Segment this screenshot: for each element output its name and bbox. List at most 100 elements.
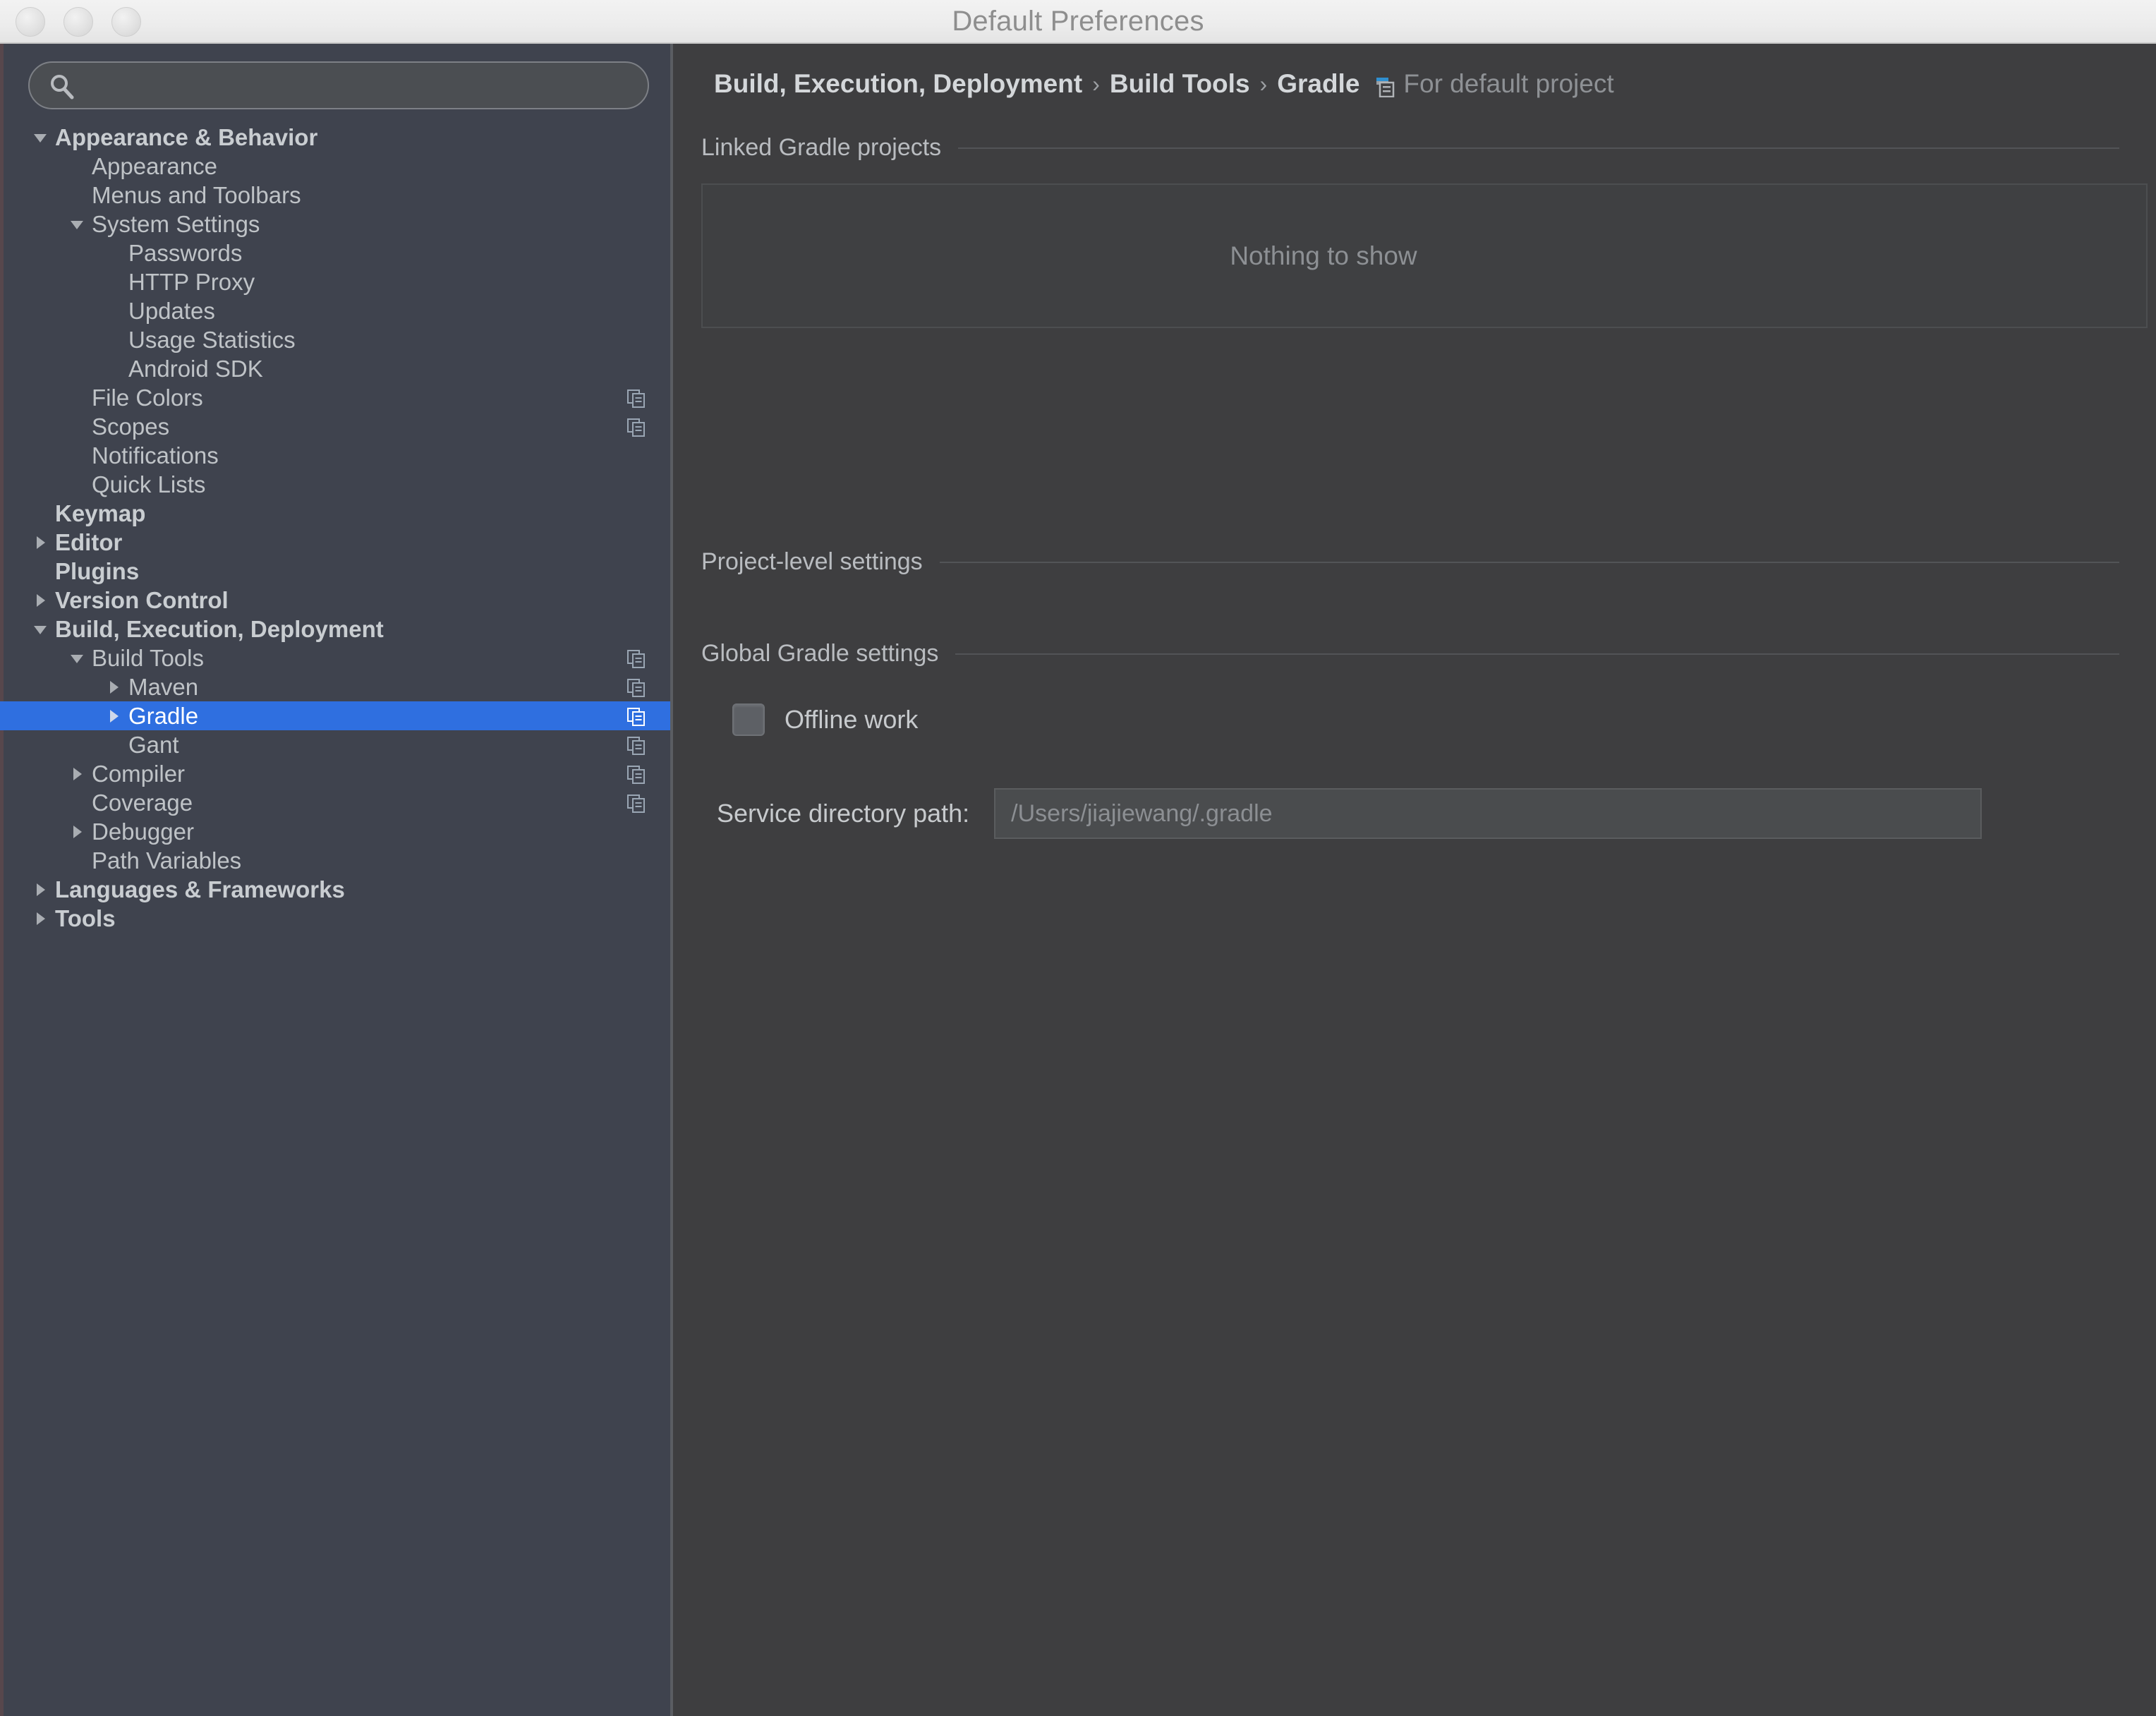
window-title: Default Preferences <box>952 6 1204 37</box>
service-directory-input[interactable]: /Users/jiajiewang/.gradle <box>994 788 1982 839</box>
sidebar-item-label: Maven <box>128 674 199 700</box>
sidebar-item-debugger[interactable]: Debugger <box>0 817 670 846</box>
sidebar-item-compiler[interactable]: Compiler <box>0 759 670 788</box>
offline-work-row[interactable]: Offline work <box>732 703 918 736</box>
sidebar-item-file-colors[interactable]: File Colors <box>0 383 670 412</box>
chevron-right-icon[interactable] <box>103 701 124 730</box>
sidebar-item-label: Plugins <box>55 558 140 584</box>
sidebar-item-updates[interactable]: Updates <box>0 296 670 325</box>
chevron-right-icon[interactable] <box>66 817 87 846</box>
sidebar-item-scopes[interactable]: Scopes <box>0 412 670 441</box>
sidebar-item-label: Gradle <box>128 703 199 729</box>
chevron-down-icon[interactable] <box>30 615 51 644</box>
sidebar-item-gradle[interactable]: Gradle <box>0 701 670 730</box>
search-field[interactable] <box>28 61 649 109</box>
sidebar-item-label: Usage Statistics <box>128 327 296 353</box>
sidebar-item-tools[interactable]: Tools <box>0 904 670 933</box>
sidebar-item-appearance-behavior[interactable]: Appearance & Behavior <box>0 123 670 152</box>
sidebar-item-label: File Colors <box>92 385 203 411</box>
sidebar-item-label: Appearance & Behavior <box>55 124 318 150</box>
section-global-gradle-settings: Global Gradle settings <box>701 640 2119 667</box>
section-rule <box>955 653 2119 655</box>
sidebar-item-notifications[interactable]: Notifications <box>0 441 670 470</box>
sidebar-item-keymap[interactable]: Keymap <box>0 499 670 528</box>
offline-work-checkbox[interactable] <box>732 703 765 736</box>
sidebar-item-label: Tools <box>55 905 116 931</box>
sidebar-item-label: Notifications <box>92 442 219 469</box>
sidebar-item-label: Debugger <box>92 818 194 845</box>
copy-icon[interactable] <box>627 679 646 697</box>
sidebar-item-label: Build, Execution, Deployment <box>55 616 384 642</box>
breadcrumb-item-0[interactable]: Build, Execution, Deployment <box>714 69 1082 99</box>
chevron-right-icon[interactable] <box>103 672 124 701</box>
breadcrumb-item-1[interactable]: Build Tools <box>1110 69 1250 99</box>
sidebar-item-path-variables[interactable]: Path Variables <box>0 846 670 875</box>
sidebar-item-plugins[interactable]: Plugins <box>0 557 670 586</box>
sidebar-item-build-tools[interactable]: Build Tools <box>0 644 670 672</box>
sidebar-item-label: Quick Lists <box>92 471 206 497</box>
breadcrumb: Build, Execution, Deployment › Build Too… <box>714 69 1614 99</box>
project-icon <box>1376 74 1395 98</box>
service-directory-row: Service directory path: /Users/jiajiewan… <box>717 788 1982 839</box>
chevron-right-icon[interactable] <box>30 904 51 933</box>
sidebar-item-label: Updates <box>128 298 215 324</box>
sidebar-item-maven[interactable]: Maven <box>0 672 670 701</box>
sidebar-item-languages-frameworks[interactable]: Languages & Frameworks <box>0 875 670 904</box>
section-title: Global Gradle settings <box>701 640 939 667</box>
sidebar-item-label: Path Variables <box>92 847 242 874</box>
sidebar-item-system-settings[interactable]: System Settings <box>0 210 670 238</box>
chevron-right-icon[interactable] <box>30 528 51 557</box>
copy-icon[interactable] <box>627 737 646 755</box>
sidebar-item-label: Gant <box>128 732 179 758</box>
copy-icon[interactable] <box>627 650 646 668</box>
sidebar-item-gant[interactable]: Gant <box>0 730 670 759</box>
sidebar-item-label: Keymap <box>55 500 146 526</box>
sidebar-item-coverage[interactable]: Coverage <box>0 788 670 817</box>
sidebar-item-label: System Settings <box>92 211 260 237</box>
search-icon <box>48 73 76 101</box>
linked-projects-list[interactable]: Nothing to show <box>701 183 2148 328</box>
copy-icon[interactable] <box>627 708 646 726</box>
chevron-down-icon[interactable] <box>66 210 87 238</box>
sidebar-item-label: Editor <box>55 529 123 555</box>
sidebar-item-version-control[interactable]: Version Control <box>0 586 670 615</box>
copy-icon[interactable] <box>627 794 646 813</box>
chevron-down-icon[interactable] <box>30 123 51 152</box>
sidebar-item-appearance[interactable]: Appearance <box>0 152 670 181</box>
sidebar-item-android-sdk[interactable]: Android SDK <box>0 354 670 383</box>
section-title: Project-level settings <box>701 548 923 575</box>
section-project-level-settings: Project-level settings <box>701 548 2119 576</box>
sidebar-item-label: Build Tools <box>92 645 204 671</box>
sidebar-item-label: Appearance <box>92 153 217 179</box>
search-input[interactable] <box>89 63 642 109</box>
chevron-right-icon[interactable] <box>30 586 51 615</box>
breadcrumb-project-scope: For default project <box>1403 69 1614 98</box>
sidebar-item-http-proxy[interactable]: HTTP Proxy <box>0 267 670 296</box>
breadcrumb-separator: › <box>1259 71 1268 97</box>
sidebar-item-editor[interactable]: Editor <box>0 528 670 557</box>
breadcrumb-item-2[interactable]: Gradle <box>1277 69 1359 99</box>
service-directory-value: /Users/jiajiewang/.gradle <box>1011 799 1273 827</box>
sidebar-item-build-execution-deployment[interactable]: Build, Execution, Deployment <box>0 615 670 644</box>
sidebar-item-label: Version Control <box>55 587 229 613</box>
section-rule <box>939 561 2119 563</box>
sidebar-item-passwords[interactable]: Passwords <box>0 238 670 267</box>
sidebar-item-menus-and-toolbars[interactable]: Menus and Toolbars <box>0 181 670 210</box>
section-title: Linked Gradle projects <box>701 134 942 161</box>
copy-icon[interactable] <box>627 418 646 437</box>
chevron-down-icon[interactable] <box>66 644 87 672</box>
chevron-right-icon[interactable] <box>66 759 87 788</box>
sidebar-item-quick-lists[interactable]: Quick Lists <box>0 470 670 499</box>
chevron-right-icon[interactable] <box>30 875 51 904</box>
sidebar-item-label: HTTP Proxy <box>128 269 255 295</box>
settings-sidebar: Appearance & Behavior Appearance Menus and… <box>0 44 670 1716</box>
empty-state-text: Nothing to show <box>1230 241 1417 270</box>
copy-icon[interactable] <box>627 389 646 408</box>
sidebar-item-usage-statistics[interactable]: Usage Statistics <box>0 325 670 354</box>
sidebar-item-label: Coverage <box>92 790 193 816</box>
sidebar-item-label: Languages & Frameworks <box>55 876 345 902</box>
breadcrumb-separator: › <box>1092 71 1100 97</box>
sidebar-item-label: Compiler <box>92 761 186 787</box>
sidebar-item-label: Scopes <box>92 413 170 440</box>
copy-icon[interactable] <box>627 766 646 784</box>
